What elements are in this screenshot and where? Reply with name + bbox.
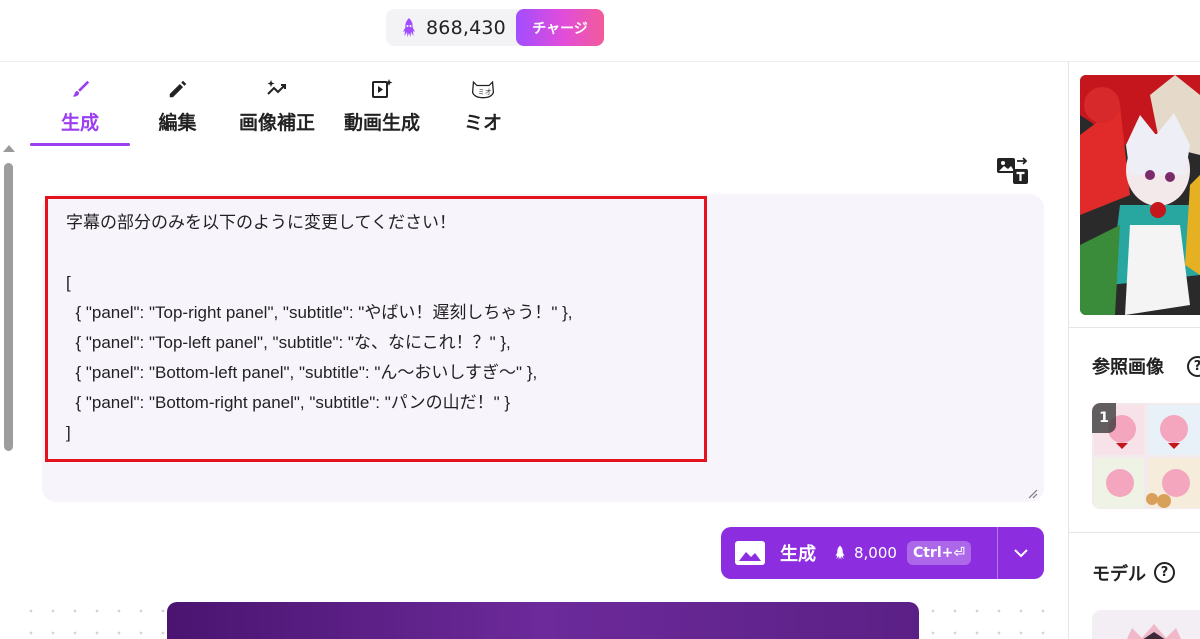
- section-divider: [1069, 327, 1200, 328]
- mode-tabs: 生成 編集 画像補正 動画生成 ミオ ミオ: [30, 72, 531, 148]
- prompt-text[interactable]: 字幕の部分のみを以下のように変更してください！ [ { "panel": "To…: [66, 208, 746, 448]
- reference-image-thumbnail[interactable]: 1: [1092, 403, 1200, 509]
- scroll-up-arrow[interactable]: [3, 145, 15, 152]
- help-icon[interactable]: ?: [1154, 562, 1175, 583]
- help-icon[interactable]: ?: [1187, 356, 1200, 377]
- selected-image-thumbnail[interactable]: [1080, 75, 1200, 315]
- top-bar: 868,430 チャージ: [0, 0, 1200, 62]
- keyboard-shortcut: Ctrl+⏎: [906, 541, 972, 565]
- tab-generate[interactable]: 生成: [30, 72, 130, 146]
- tab-mio[interactable]: ミオ ミオ: [435, 72, 531, 146]
- tab-label: ミオ: [463, 112, 502, 134]
- section-divider: [1069, 532, 1200, 533]
- charge-button[interactable]: チャージ: [516, 9, 604, 46]
- video-sparkle-icon: [369, 76, 395, 102]
- generate-label: 生成: [780, 544, 816, 565]
- scrollbar[interactable]: [0, 145, 18, 639]
- right-panel-divider: [1068, 62, 1069, 639]
- prompt-textarea[interactable]: 字幕の部分のみを以下のように変更してください！ [ { "panel": "To…: [42, 194, 1044, 502]
- result-preview[interactable]: [167, 602, 919, 639]
- resize-grip-icon[interactable]: [1026, 484, 1038, 499]
- cat-face-icon: ミオ: [470, 76, 496, 102]
- reference-count-badge: 1: [1092, 403, 1116, 433]
- model-thumbnail[interactable]: [1092, 610, 1200, 639]
- generate-cost: 8,000: [854, 544, 897, 562]
- squid-icon: [396, 15, 422, 41]
- squid-icon: [830, 543, 850, 563]
- tab-label: 生成: [60, 112, 99, 134]
- reference-image-title: 参照画像: [1092, 357, 1164, 378]
- scroll-thumb[interactable]: [4, 163, 13, 451]
- image-to-text-button[interactable]: [994, 155, 1032, 189]
- tab-edit[interactable]: 編集: [130, 72, 225, 146]
- model-title: モデル: [1092, 564, 1146, 585]
- tab-label: 動画生成: [343, 112, 420, 134]
- image-icon: [734, 540, 766, 566]
- credit-balance: 868,430 チャージ: [386, 9, 604, 46]
- generate-button[interactable]: 生成 8,000 Ctrl+⏎: [721, 527, 1044, 579]
- pencil-icon: [165, 76, 191, 102]
- tab-image-enhance[interactable]: 画像補正: [225, 72, 329, 146]
- tab-label: 編集: [158, 112, 197, 134]
- svg-text:ミオ: ミオ: [478, 88, 492, 96]
- trend-sparkle-icon: [264, 76, 290, 102]
- chevron-down-icon: [1014, 549, 1028, 558]
- tab-label: 画像補正: [238, 112, 315, 134]
- generate-options-dropdown[interactable]: [998, 527, 1044, 579]
- tab-video-generate[interactable]: 動画生成: [329, 72, 435, 146]
- image-to-text-icon: [995, 154, 1031, 190]
- brush-icon: [67, 76, 93, 102]
- credit-amount: 868,430: [426, 16, 506, 39]
